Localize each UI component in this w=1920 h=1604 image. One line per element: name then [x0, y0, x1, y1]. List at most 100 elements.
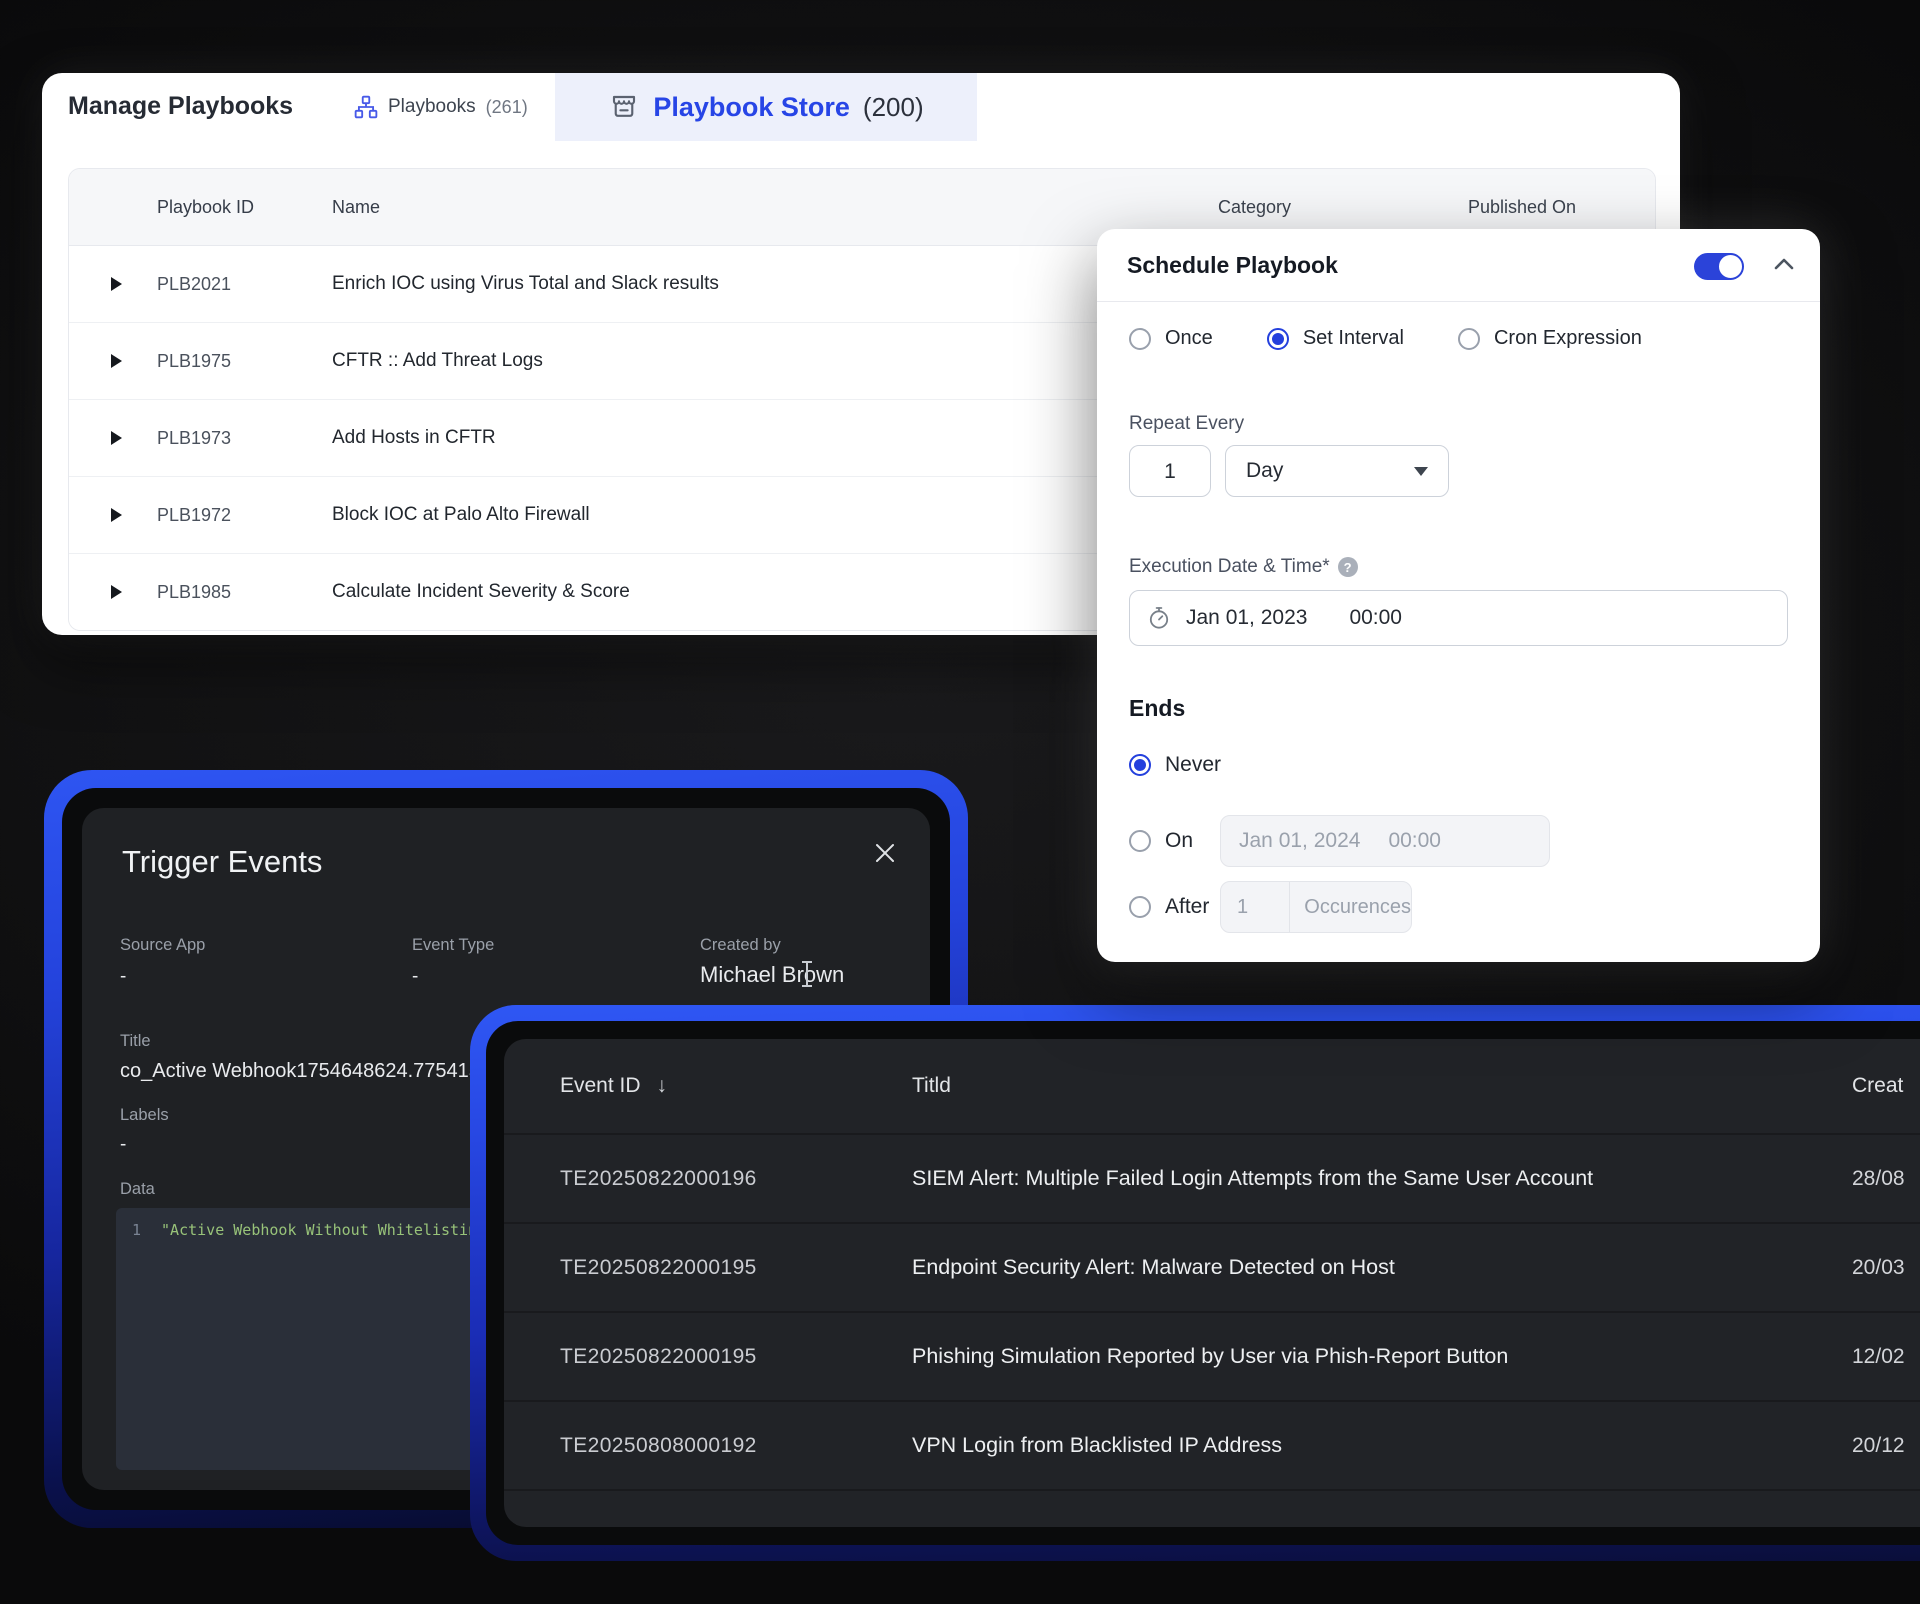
schedule-mode-radio-group: Once Set Interval Cron Expression — [1129, 327, 1642, 350]
line-number: 1 — [132, 1221, 141, 1239]
event-row[interactable]: TE20250808000192 VPN Login from Blacklis… — [504, 1402, 1920, 1491]
radio-circle[interactable] — [1129, 328, 1151, 350]
labels-label: Labels — [120, 1106, 169, 1125]
ends-on-datetime-field[interactable]: Jan 01, 2024 00:00 — [1220, 815, 1550, 867]
source-app-value: - — [120, 966, 126, 988]
labels-value: - — [120, 1134, 126, 1156]
events-table-gradient-frame: Event ID ↓ Titld Creat TE20250822000196 … — [470, 1005, 1920, 1561]
radio-set-interval-label: Set Interval — [1303, 327, 1404, 350]
code-line: 1 "Active Webhook Without Whitelisting" — [116, 1208, 518, 1239]
ends-after-label: After — [1165, 895, 1209, 919]
close-icon[interactable] — [874, 842, 896, 864]
events-table-card: Event ID ↓ Titld Creat TE20250822000196 … — [486, 1021, 1920, 1545]
radio-ends-after[interactable]: After 1 Occurences — [1129, 881, 1209, 933]
event-created: 20/12 — [1852, 1402, 1905, 1489]
data-label: Data — [120, 1180, 155, 1199]
schedule-toggle[interactable] — [1694, 253, 1742, 280]
ends-after-placeholder: Occurences — [1290, 896, 1411, 919]
events-table-footer — [504, 1491, 1920, 1527]
event-title: VPN Login from Blacklisted IP Address — [912, 1402, 1282, 1489]
help-icon[interactable]: ? — [1338, 557, 1358, 577]
event-created: 28/08 — [1852, 1135, 1905, 1222]
page-title: Manage Playbooks — [68, 92, 293, 121]
playbook-name: Enrich IOC using Virus Total and Slack r… — [332, 246, 719, 322]
sort-descending-icon[interactable]: ↓ — [657, 1039, 668, 1133]
radio-circle-selected[interactable] — [1129, 754, 1151, 776]
radio-once[interactable]: Once — [1129, 327, 1213, 350]
chevron-down-icon — [1414, 467, 1428, 476]
expand-caret-icon[interactable] — [111, 354, 122, 368]
events-table-header: Event ID ↓ Titld Creat — [504, 1039, 1920, 1135]
divider — [1097, 301, 1820, 302]
radio-circle[interactable] — [1129, 896, 1151, 918]
radio-circle-selected[interactable] — [1267, 328, 1289, 350]
playbook-name: CFTR :: Add Threat Logs — [332, 323, 543, 399]
event-title: Phishing Simulation Reported by User via… — [912, 1313, 1508, 1400]
tab-store-count: (200) — [863, 92, 924, 123]
col-event-id: Event ID ↓ — [560, 1039, 667, 1133]
radio-circle[interactable] — [1458, 328, 1480, 350]
event-id: TE20250808000192 — [560, 1402, 757, 1489]
expand-caret-icon[interactable] — [111, 508, 122, 522]
radio-cron-expression[interactable]: Cron Expression — [1458, 327, 1642, 350]
stopwatch-icon — [1146, 605, 1172, 631]
playbook-name: Add Hosts in CFTR — [332, 400, 496, 476]
event-title: SIEM Alert: Multiple Failed Login Attemp… — [912, 1135, 1593, 1222]
ends-on-date-value: Jan 01, 2024 — [1239, 829, 1360, 853]
code-string: "Active Webhook Without Whitelisting" — [161, 1221, 495, 1239]
ends-on-label: On — [1165, 829, 1193, 853]
created-by-value: Michael Brown — [700, 962, 844, 988]
tab-playbooks-count: (261) — [486, 97, 528, 118]
radio-ends-never[interactable]: Never — [1129, 753, 1221, 777]
event-row[interactable]: TE20250822000196 SIEM Alert: Multiple Fa… — [504, 1135, 1920, 1224]
execution-time-value: 00:00 — [1349, 606, 1402, 630]
expand-caret-icon[interactable] — [111, 585, 122, 599]
playbook-id: PLB2021 — [157, 246, 231, 322]
event-created: 12/02 — [1852, 1313, 1905, 1400]
schedule-title: Schedule Playbook — [1127, 252, 1338, 279]
page-background: { "colors": { "accent": "#2745E6", "togg… — [0, 0, 1920, 1604]
expand-caret-icon[interactable] — [111, 277, 122, 291]
tab-playbooks-label: Playbooks — [388, 96, 476, 118]
ends-after-count-value: 1 — [1221, 882, 1290, 932]
ends-after-occurrences-field[interactable]: 1 Occurences — [1220, 881, 1412, 933]
event-created: 20/03 — [1852, 1224, 1905, 1311]
repeat-count-input[interactable]: 1 — [1129, 445, 1211, 497]
playbook-id: PLB1973 — [157, 400, 231, 476]
radio-cron-label: Cron Expression — [1494, 327, 1642, 350]
radio-set-interval[interactable]: Set Interval — [1267, 327, 1404, 350]
ends-never-label: Never — [1165, 753, 1221, 777]
tab-playbook-store[interactable]: Playbook Store (200) — [555, 73, 977, 141]
col-created: Creat — [1852, 1039, 1903, 1133]
col-event-id-label: Event ID — [560, 1039, 641, 1133]
trigger-events-title: Trigger Events — [122, 844, 322, 880]
execution-datetime-field[interactable]: Jan 01, 2023 00:00 — [1129, 590, 1788, 646]
radio-ends-on[interactable]: On Jan 01, 2024 00:00 — [1129, 815, 1193, 867]
col-name: Name — [332, 169, 380, 245]
repeat-every-inputs: 1 Day — [1129, 445, 1449, 497]
chevron-up-icon[interactable] — [1774, 257, 1794, 270]
event-row[interactable]: TE20250822000195 Endpoint Security Alert… — [504, 1224, 1920, 1313]
title-value: co_Active Webhook1754648624.7754157 — [120, 1060, 491, 1083]
playbook-name: Calculate Incident Severity & Score — [332, 554, 630, 630]
playbook-id: PLB1972 — [157, 477, 231, 553]
text-cursor-icon — [802, 960, 812, 988]
event-row[interactable]: TE20250822000195 Phishing Simulation Rep… — [504, 1313, 1920, 1402]
data-code-editor[interactable]: 1 "Active Webhook Without Whitelisting" — [116, 1208, 518, 1470]
storefront-icon — [608, 91, 640, 123]
execution-datetime-label-text: Execution Date & Time* — [1129, 556, 1330, 578]
col-title: Titld — [912, 1039, 951, 1133]
tab-playbooks[interactable]: Playbooks (261) — [354, 73, 528, 141]
title-label: Title — [120, 1032, 151, 1051]
event-id: TE20250822000195 — [560, 1313, 757, 1400]
repeat-unit-select[interactable]: Day — [1225, 445, 1449, 497]
execution-date-value: Jan 01, 2023 — [1186, 606, 1307, 630]
event-type-value: - — [412, 966, 418, 988]
playbook-id: PLB1975 — [157, 323, 231, 399]
expand-caret-icon[interactable] — [111, 431, 122, 445]
execution-datetime-label: Execution Date & Time* ? — [1129, 556, 1358, 578]
radio-circle[interactable] — [1129, 830, 1151, 852]
schedule-playbook-panel: Schedule Playbook Once Set Interval Cron… — [1097, 229, 1820, 962]
radio-once-label: Once — [1165, 327, 1213, 350]
events-table-panel: Event ID ↓ Titld Creat TE20250822000196 … — [504, 1039, 1920, 1527]
